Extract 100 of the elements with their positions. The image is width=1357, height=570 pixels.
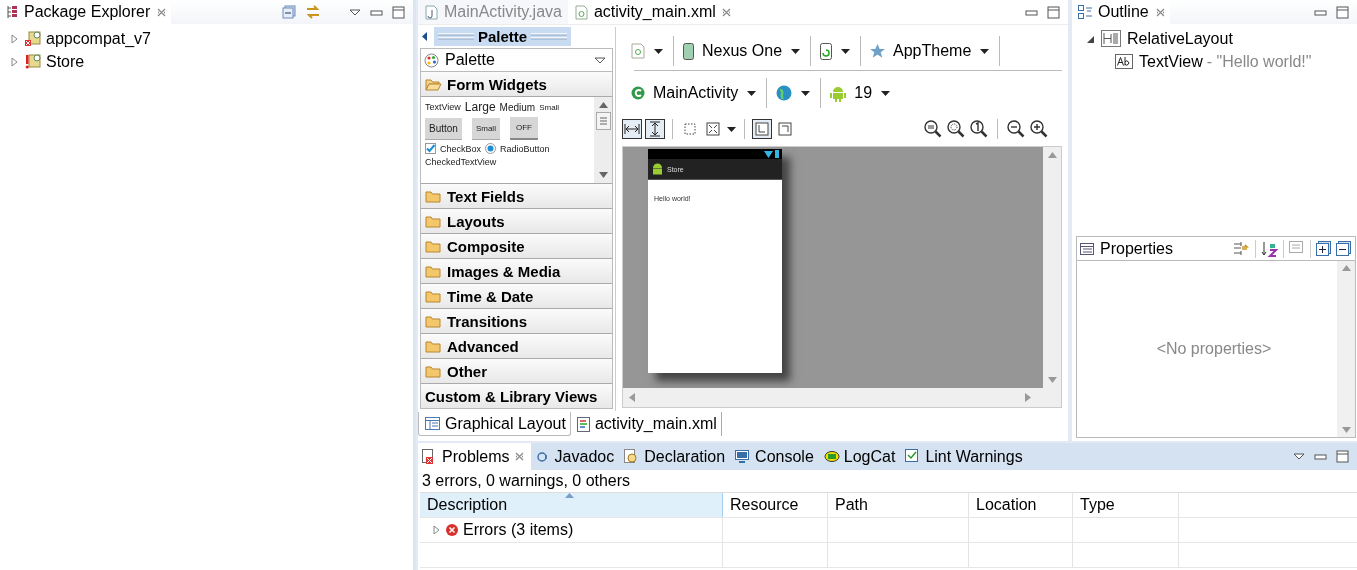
widget-sample[interactable]: Small <box>539 102 560 112</box>
sort-az-icon[interactable] <box>1261 240 1278 257</box>
scroll-down-icon[interactable] <box>1341 427 1351 433</box>
problems-summary: 3 errors, 0 warnings, 0 others <box>421 471 632 491</box>
palette-dropdown[interactable]: Palette <box>420 48 613 71</box>
widget-sample[interactable]: CheckedTextView <box>425 157 497 167</box>
radio-icon[interactable] <box>485 143 497 154</box>
expand-all-icon[interactable] <box>1316 241 1331 256</box>
maximize-icon[interactable] <box>392 5 405 19</box>
scroll-up-icon[interactable] <box>1047 152 1057 158</box>
scrollbar[interactable] <box>1043 147 1061 388</box>
caret-icon <box>746 89 758 97</box>
close-icon[interactable] <box>720 6 732 18</box>
advanced-properties-icon[interactable] <box>1233 241 1250 256</box>
palette-category[interactable]: Text Fields <box>421 184 612 209</box>
zoom-out-icon[interactable] <box>1007 120 1025 138</box>
expand-icon[interactable] <box>432 525 441 535</box>
scrollbar[interactable] <box>623 388 1061 407</box>
widget-sample[interactable]: RadioButton <box>500 143 550 154</box>
view-title: Outline <box>1098 3 1149 21</box>
fit-icon[interactable] <box>703 119 723 139</box>
view-tab[interactable]: Problems <box>418 443 531 470</box>
palette-category[interactable]: Composite <box>421 234 612 259</box>
column-header[interactable]: Path <box>828 493 969 517</box>
maximize-icon[interactable] <box>1047 5 1060 19</box>
scroll-left-icon[interactable] <box>629 393 635 402</box>
column-header[interactable]: Type <box>1073 493 1179 517</box>
outline-item[interactable]: RelativeLayout <box>1072 27 1357 50</box>
close-icon[interactable] <box>1154 6 1166 18</box>
scroll-thumb-icon[interactable] <box>595 112 611 130</box>
palette-category[interactable]: Other <box>421 359 612 384</box>
minimize-icon[interactable] <box>1314 7 1327 17</box>
view-tab[interactable]: Console <box>731 443 820 470</box>
xml-file-icon <box>573 4 589 20</box>
scroll-right-icon[interactable] <box>1025 393 1031 402</box>
caret-icon[interactable] <box>726 125 737 133</box>
expand-icon[interactable] <box>10 56 19 67</box>
project-item[interactable]: Store <box>0 50 413 73</box>
scroll-down-icon[interactable] <box>1047 377 1057 383</box>
palette-category[interactable]: Form Widgets <box>421 72 612 97</box>
view-tab[interactable]: LogCat <box>819 443 902 470</box>
palette-category[interactable]: Custom & Library Views <box>421 384 612 408</box>
widget-button[interactable]: OFF <box>509 117 538 140</box>
palette-category[interactable]: Images & Media <box>421 259 612 284</box>
expand-icon[interactable] <box>10 33 19 44</box>
scroll-up-icon[interactable] <box>598 102 608 108</box>
device-dropdown[interactable]: Nexus One <box>674 36 811 66</box>
scroll-down-icon[interactable] <box>598 172 608 178</box>
activity-dropdown[interactable]: MainActivity <box>622 78 767 108</box>
filter-icon[interactable] <box>1289 241 1305 256</box>
view-menu-icon[interactable] <box>349 7 361 17</box>
theme-dropdown[interactable]: AppTheme <box>861 36 1000 66</box>
column-header[interactable]: Description <box>420 493 723 517</box>
column-header[interactable]: Location <box>969 493 1073 517</box>
close-icon[interactable] <box>156 6 168 18</box>
column-header[interactable]: Resource <box>723 493 828 517</box>
view-tab[interactable]: Javadoc <box>530 443 621 470</box>
zoom-100-icon[interactable] <box>970 120 988 138</box>
minimize-icon[interactable] <box>1025 7 1038 17</box>
api-level-dropdown[interactable]: 19 <box>821 78 901 108</box>
view-tab[interactable]: Lint Warnings <box>901 443 1029 470</box>
minimize-icon[interactable] <box>1314 452 1327 461</box>
widget-sample[interactable]: CheckBox <box>440 143 482 154</box>
widget-button[interactable]: Button <box>425 117 462 140</box>
maximize-icon[interactable] <box>1336 450 1349 463</box>
zoom-real-icon[interactable] <box>947 120 965 138</box>
fill-height-icon[interactable] <box>645 119 665 139</box>
palette-category[interactable]: Layouts <box>421 209 612 234</box>
view-tab[interactable]: Declaration <box>620 443 732 470</box>
caret-icon <box>979 47 991 55</box>
collapse-left-icon[interactable] <box>422 32 428 41</box>
palette-category[interactable]: Transitions <box>421 309 612 334</box>
minimize-icon[interactable] <box>370 7 383 17</box>
zoom-in-icon[interactable] <box>1030 120 1048 138</box>
sort-arrow-icon <box>565 493 574 498</box>
scrollbar[interactable] <box>1337 261 1355 437</box>
palette-category[interactable]: Time & Date <box>421 284 612 309</box>
palette-category[interactable]: Advanced <box>421 334 612 359</box>
widget-sample[interactable]: Medium <box>499 101 536 113</box>
widget-sample[interactable]: TextView <box>425 102 461 112</box>
outline-item[interactable]: TextView - "Hello world!" <box>1072 50 1357 73</box>
link-arrows-icon[interactable] <box>305 5 321 19</box>
widget-sample[interactable]: Large <box>464 100 496 114</box>
scroll-up-icon[interactable] <box>1341 265 1351 271</box>
zoom-fit-icon[interactable] <box>924 120 942 138</box>
editor-page-tab[interactable]: Graphical Layout <box>418 412 571 436</box>
project-item[interactable]: appcompat_v7 <box>0 27 413 50</box>
view-menu-icon[interactable] <box>1293 452 1305 461</box>
maximize-icon[interactable] <box>1336 5 1349 19</box>
fill-width-icon[interactable] <box>622 119 642 139</box>
tree-row[interactable]: Errors (3 items) <box>420 518 723 542</box>
close-icon[interactable] <box>513 451 525 462</box>
relative-layout-icon <box>1101 30 1121 47</box>
scrollbar[interactable] <box>594 97 612 183</box>
checkbox-icon[interactable] <box>425 143 436 154</box>
logcat-icon <box>823 449 840 464</box>
collapse-all-icon[interactable] <box>1336 241 1351 256</box>
battery-icon <box>775 150 779 158</box>
widget-button[interactable]: Small <box>471 117 500 140</box>
layout-top-icon[interactable] <box>752 119 772 139</box>
